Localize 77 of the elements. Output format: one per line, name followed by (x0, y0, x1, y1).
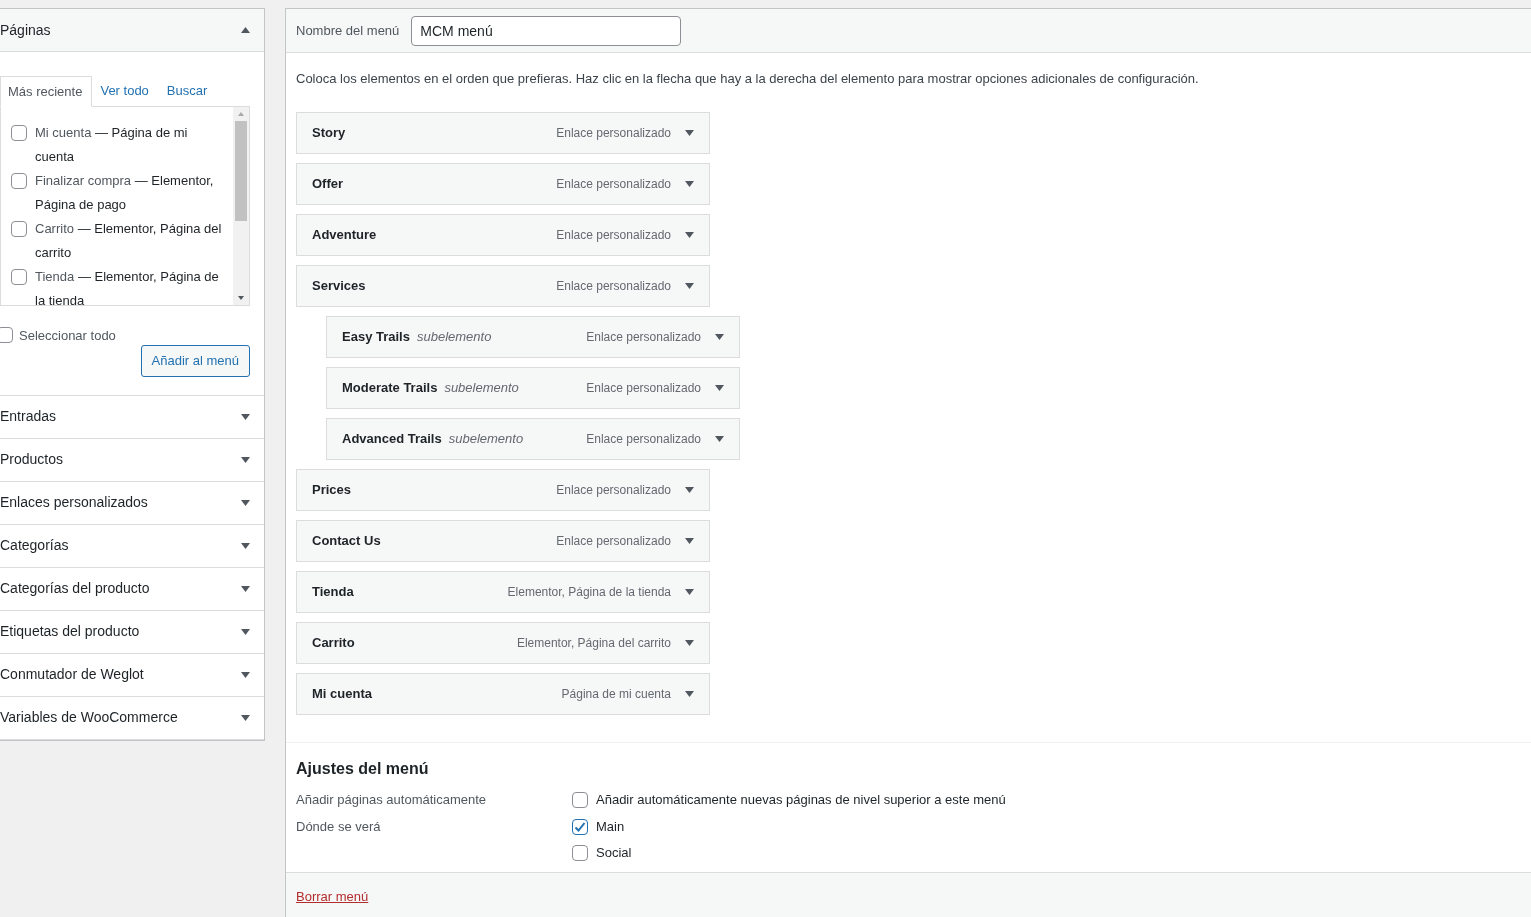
settings-heading: Ajustes del menú (296, 758, 430, 778)
expand-arrow-icon[interactable] (685, 231, 694, 238)
option-label: Main (596, 818, 625, 837)
expand-arrow-icon[interactable] (715, 333, 724, 340)
select-all-label: Seleccionar todo (19, 326, 116, 345)
delete-menu-link[interactable]: Borrar menú (296, 889, 369, 905)
item-type-label: Elementor, Página de la tienda (507, 583, 671, 601)
menu-name-field[interactable]: MCM menú (411, 15, 682, 46)
checkbox[interactable] (11, 220, 27, 237)
page-option-label: Mi cuenta — Página de mi cuenta (35, 123, 189, 166)
option-label: Añadir automáticamente nuevas páginas de nivel superior a este menú (596, 790, 1006, 809)
menu-item[interactable]: Mi cuenta Página de mi cuenta (296, 672, 710, 715)
checkbox[interactable] (11, 172, 27, 189)
expand-arrow-icon[interactable] (685, 129, 694, 136)
subitem-label: subelemento (444, 378, 519, 397)
menu-item[interactable]: Offer Enlace personalizado (296, 162, 710, 205)
expand-arrow-icon[interactable] (685, 537, 694, 544)
collapse-arrow-icon[interactable] (241, 27, 250, 33)
expand-arrow-icon[interactable] (241, 499, 250, 506)
scrollbar[interactable] (233, 106, 249, 305)
menu-name-label: Nombre del menú (296, 21, 400, 40)
menu-item[interactable]: Contact Us Enlace personalizado (296, 519, 710, 562)
item-type-label: Enlace personalizado (556, 481, 671, 499)
tab[interactable]: Más reciente (0, 76, 93, 107)
menu-item[interactable]: Prices Enlace personalizado (296, 468, 710, 511)
expand-arrow-icon[interactable] (241, 628, 250, 635)
menu-item[interactable]: Carrito Elementor, Página del carrito (296, 621, 710, 664)
page-option-label: Finalizar compra — Elementor, Página de pago (35, 171, 215, 214)
item-type-label: Elementor, Página del carrito (516, 634, 671, 652)
instructions-text: Coloca los elementos en el orden que prefieras. Haz clic en la flecha que hay a la derecha del elemento para mostrar opciones adicionales de configuración. (296, 70, 1200, 89)
expand-arrow-icon[interactable] (241, 671, 250, 678)
setting-label: Añadir páginas automáticamente (296, 790, 488, 809)
checkbox[interactable] (572, 791, 588, 808)
expand-arrow-icon[interactable] (241, 542, 250, 549)
expand-arrow-icon[interactable] (685, 588, 694, 595)
expand-arrow-icon[interactable] (685, 282, 694, 289)
expand-arrow-icon[interactable] (685, 690, 694, 697)
subitem-label: subelemento (448, 429, 524, 448)
checkbox[interactable] (572, 819, 588, 836)
item-type-label: Enlace personalizado (556, 175, 671, 193)
expand-arrow-icon[interactable] (241, 413, 250, 420)
tab[interactable]: Ver todo (92, 76, 159, 106)
menu-item[interactable]: Easy Trails subelemento Enlace personalizado (326, 315, 740, 358)
menu-item[interactable]: Story Enlace personalizado (296, 111, 710, 154)
page-option-label: Carrito — Elementor, Página del carrito (35, 219, 223, 262)
item-type-label: Enlace personalizado (586, 430, 701, 448)
menu-item[interactable]: Tienda Elementor, Página de la tienda (296, 570, 710, 613)
checkbox[interactable] (11, 124, 27, 141)
expand-arrow-icon[interactable] (715, 384, 724, 391)
setting-label: Dónde se verá (296, 818, 382, 837)
item-type-label: Enlace personalizado (556, 226, 671, 244)
expand-arrow-icon[interactable] (685, 639, 694, 646)
accordion-header[interactable]: Páginas (0, 9, 264, 52)
expand-arrow-icon[interactable] (241, 456, 250, 463)
item-type-label: Enlace personalizado (556, 277, 671, 295)
item-type-label: Página de mi cuenta (561, 685, 671, 703)
menu-item[interactable]: Services Enlace personalizado (296, 264, 710, 307)
menu-item[interactable]: Moderate Trails subelemento Enlace personalizado (326, 366, 740, 409)
expand-arrow-icon[interactable] (241, 585, 250, 592)
item-type-label: Enlace personalizado (586, 379, 701, 397)
menu-item[interactable]: Adventure Enlace personalizado (296, 213, 710, 256)
item-type-label: Enlace personalizado (556, 532, 671, 550)
add-to-menu-button[interactable]: Añadir al menú (140, 345, 250, 377)
item-type-label: Enlace personalizado (556, 124, 671, 142)
checkbox[interactable] (11, 268, 27, 285)
checkbox[interactable] (572, 844, 588, 861)
page-option-label: Tienda — Elementor, Página de la tienda (35, 267, 220, 305)
menu-item[interactable]: Advanced Trails subelemento Enlace personalizado (326, 417, 740, 460)
subitem-label: subelemento (416, 327, 492, 346)
expand-arrow-icon[interactable] (241, 714, 250, 721)
tab[interactable]: Buscar (158, 76, 218, 106)
item-type-label: Enlace personalizado (586, 328, 701, 346)
expand-arrow-icon[interactable] (715, 435, 724, 442)
option-label: Social (596, 843, 632, 862)
expand-arrow-icon[interactable] (685, 486, 694, 493)
expand-arrow-icon[interactable] (685, 180, 694, 187)
checkbox[interactable] (0, 327, 13, 344)
